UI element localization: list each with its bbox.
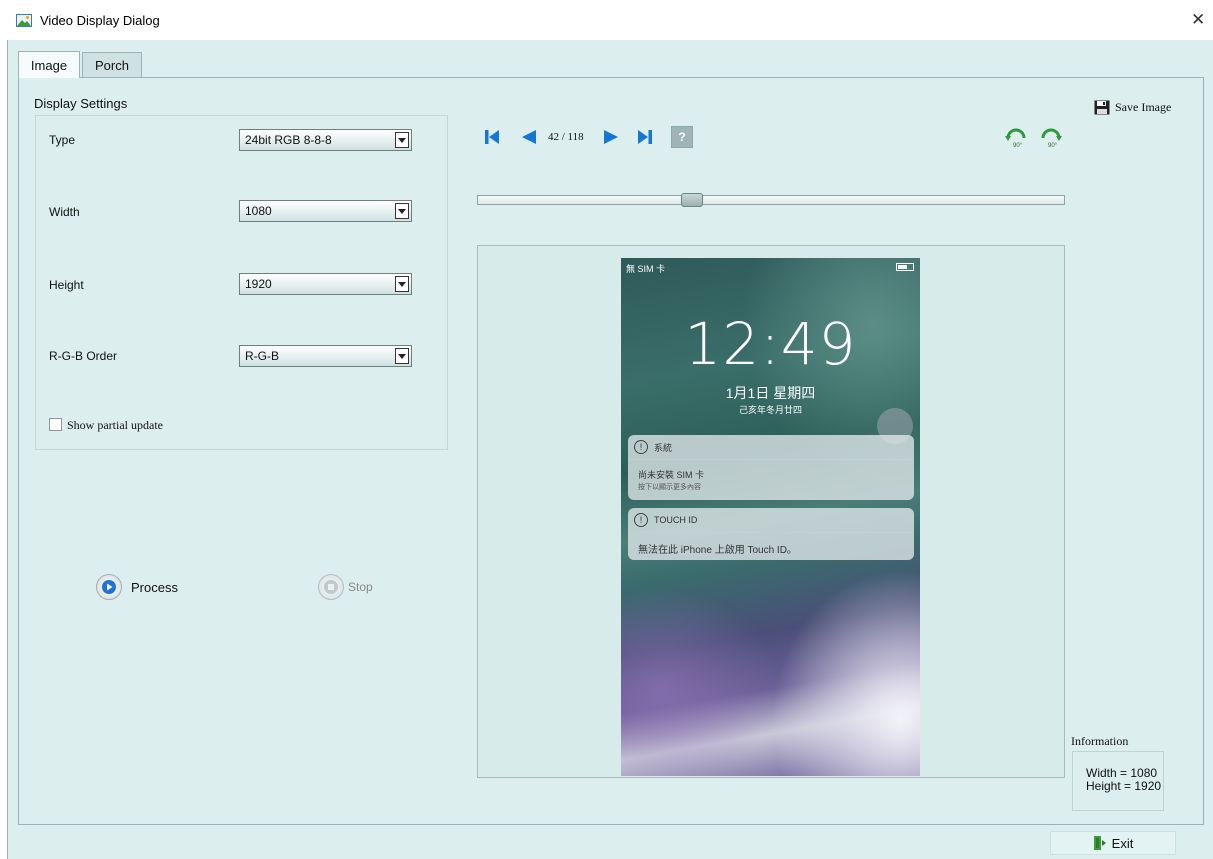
chevron-down-icon[interactable] [395,132,409,148]
info-height: Height = 1920 [1086,779,1162,793]
chevron-down-icon[interactable] [395,276,409,292]
notification-title: 尚未安裝 SIM 卡 [638,470,705,480]
previous-frame-icon[interactable] [519,127,537,147]
lockscreen-lunar-date: 己亥年冬月廿四 [738,405,802,415]
notification-header: ! TOUCH ID [628,508,914,533]
process-label[interactable]: Process [131,580,178,595]
status-carrier: 無 SIM 卡 [626,264,666,274]
stop-button[interactable] [318,574,344,600]
rotate-right-icon[interactable]: 90° [1040,127,1062,149]
rotate-left-icon[interactable]: 90° [1005,127,1027,149]
save-image-label: Save Image [1115,100,1172,114]
width-label: Width [49,205,80,219]
frame-slider-track[interactable] [477,195,1065,205]
rgb-order-label: R-G-B Order [49,349,118,363]
close-icon[interactable]: ✕ [1191,10,1205,30]
information-label: Information [1071,734,1129,748]
exit-button[interactable]: Exit [1050,831,1176,855]
tab-image-label: Image [30,57,68,73]
height-label: Height [49,278,84,292]
notification-card: ! TOUCH ID 無法在此 iPhone 上啟用 Touch ID。 [628,508,914,560]
wallpaper-purple [621,588,781,776]
rotate-left-label: 90° [1013,143,1023,149]
type-label: Type [49,133,76,147]
notification-card: ! 系統 尚未安裝 SIM 卡 按下以顯示更多內容 [628,435,914,500]
notification-subtitle: 按下以顯示更多內容 [638,484,701,491]
window-title: Video Display Dialog [40,13,160,28]
process-button[interactable] [96,574,122,600]
window-frame-left [0,40,8,859]
frame-counter: 42 / 118 [548,131,584,143]
rgb-order-select[interactable]: R-G-B [239,345,412,367]
tab-porch[interactable]: Porch [82,52,142,77]
rotate-right-label: 90° [1048,143,1058,149]
exit-door-icon [1093,836,1106,850]
type-value: 24bit RGB 8-8-8 [245,133,332,147]
battery-icon [896,263,914,271]
tab-porch-label: Porch [95,57,129,73]
save-image-button[interactable]: Save Image [1094,100,1171,115]
height-value: 1920 [245,277,272,291]
title-bar: Video Display Dialog ✕ [0,0,1213,40]
tab-image[interactable]: Image [18,51,80,78]
exclamation-icon: ! [634,513,648,527]
notification-app: 系統 [654,442,673,453]
frame-slider-thumb[interactable] [680,193,703,207]
last-frame-icon[interactable] [637,127,653,147]
exit-label: Exit [1111,835,1134,851]
show-partial-update-checkbox[interactable] [49,418,62,431]
lockscreen-time: 12:49 [684,310,857,378]
rgb-order-value: R-G-B [245,349,279,363]
next-frame-icon[interactable] [603,127,621,147]
width-value: 1080 [245,204,272,218]
stop-label[interactable]: Stop [348,580,373,594]
width-select[interactable]: 1080 [239,200,412,222]
lockscreen-date: 1月1日 星期四 [725,385,816,401]
wallpaper-wave [761,558,920,776]
chevron-down-icon[interactable] [395,348,409,364]
notification-app: TOUCH ID [654,515,698,525]
help-button[interactable]: ? [671,126,693,148]
type-select[interactable]: 24bit RGB 8-8-8 [239,129,412,151]
notification-body: 無法在此 iPhone 上啟用 Touch ID。 [638,545,797,556]
preview-image: 無 SIM 卡 12:49 1月1日 星期四 己亥年冬月廿四 ! 系統 尚未安裝 … [621,258,920,776]
notification-header: ! 系統 [628,435,914,460]
chevron-down-icon[interactable] [395,203,409,219]
information-box: Width = 1080 Height = 1920 [1072,751,1164,811]
show-partial-update-label: Show partial update [67,418,163,432]
display-settings-label: Display Settings [34,96,128,111]
play-icon [102,580,116,594]
exclamation-icon: ! [634,440,648,454]
stop-icon [324,580,338,594]
app-image-icon [16,14,32,27]
floppy-disk-icon [1094,100,1110,115]
height-select[interactable]: 1920 [239,273,412,295]
help-icon: ? [678,130,686,144]
first-frame-icon[interactable] [484,127,500,147]
